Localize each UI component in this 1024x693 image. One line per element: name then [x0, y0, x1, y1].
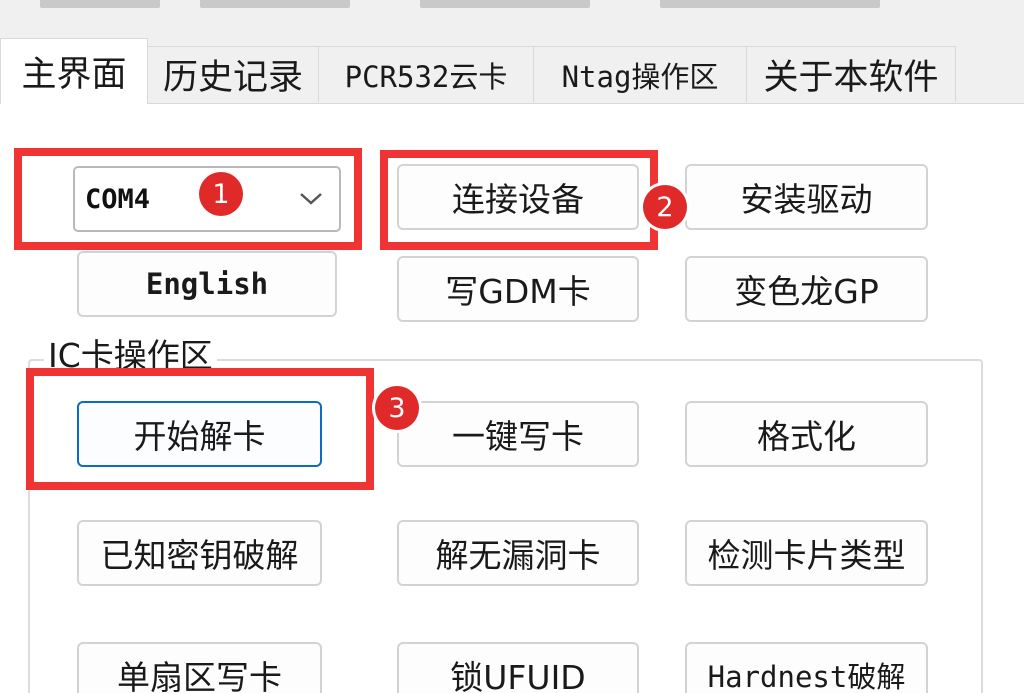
step-badge-3: 3: [375, 386, 419, 430]
app-window: 主界面 历史记录 PCR532云卡 Ntag操作区 关于本软件 COM4 连接设…: [0, 0, 1024, 693]
install-driver-button[interactable]: 安装驱动: [685, 164, 928, 230]
detect-card-type-button[interactable]: 检测卡片类型: [685, 520, 928, 586]
english-button[interactable]: English: [77, 251, 337, 317]
port-select-value: COM4: [85, 183, 151, 215]
start-crack-button[interactable]: 开始解卡: [77, 401, 322, 467]
menubar-cropped: [0, 0, 1024, 16]
tab-about[interactable]: 关于本软件: [746, 46, 956, 102]
tab-main[interactable]: 主界面: [0, 38, 148, 104]
step-badge-1: 1: [199, 172, 243, 216]
known-key-crack-button[interactable]: 已知密钥破解: [77, 520, 322, 586]
lock-ufuid-button[interactable]: 锁UFUID: [397, 642, 639, 693]
step-badge-2: 2: [643, 185, 687, 229]
tab-pcr532-cloud[interactable]: PCR532云卡: [318, 46, 534, 102]
tab-ntag[interactable]: Ntag操作区: [533, 46, 747, 102]
tab-strip: 主界面 历史记录 PCR532云卡 Ntag操作区 关于本软件: [0, 38, 1024, 104]
tab-history[interactable]: 历史记录: [147, 46, 319, 102]
connect-device-button[interactable]: 连接设备: [397, 164, 639, 230]
ic-card-group-title: IC卡操作区: [44, 336, 217, 376]
single-sector-write-button[interactable]: 单扇区写卡: [77, 642, 322, 693]
write-gdm-card-button[interactable]: 写GDM卡: [397, 256, 639, 322]
hardnest-crack-button[interactable]: Hardnest破解: [685, 642, 928, 693]
one-key-write-button[interactable]: 一键写卡: [397, 401, 639, 467]
chevron-down-icon: [300, 193, 322, 205]
format-button[interactable]: 格式化: [685, 401, 928, 467]
no-vuln-card-crack-button[interactable]: 解无漏洞卡: [397, 520, 639, 586]
chameleon-gp-button[interactable]: 变色龙GP: [685, 256, 928, 322]
